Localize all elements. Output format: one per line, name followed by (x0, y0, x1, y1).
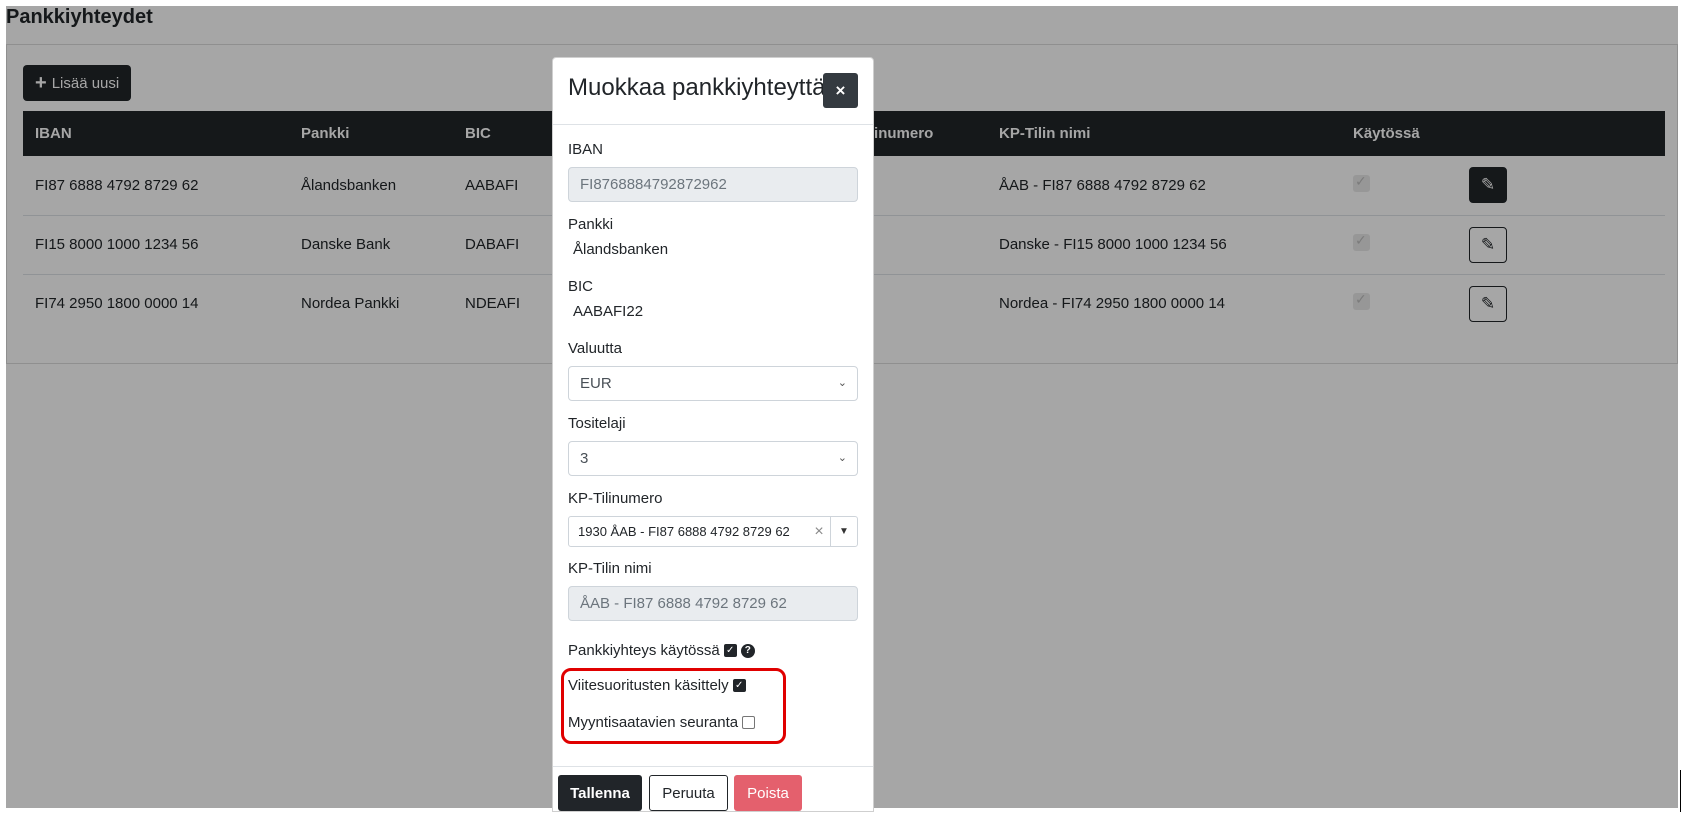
kp-account-label: KP-Tilinumero (568, 490, 663, 507)
kp-account-combobox[interactable]: 1930 ÅAB - FI87 6888 4792 8729 62 × ▼ (568, 516, 858, 547)
edit-bank-connection-modal: Muokkaa pankkiyhteyttä × IBAN FI87688847… (552, 57, 874, 812)
cancel-button[interactable]: Peruuta (649, 775, 728, 811)
voucher-type-select[interactable]: 3 ⌄ (568, 441, 858, 476)
kp-name-label: KP-Tilin nimi (568, 560, 652, 577)
bic-value: AABAFI22 (573, 303, 644, 320)
modal-footer: Tallenna Peruuta Poista (553, 766, 873, 813)
enabled-checkbox[interactable]: ✓ (723, 644, 737, 657)
highlight-annotation (561, 668, 786, 744)
currency-label: Valuutta (568, 340, 622, 357)
bank-value: Ålandsbanken (573, 241, 669, 258)
close-icon: × (835, 80, 846, 100)
chevron-down-icon: ⌄ (837, 377, 847, 389)
kp-name-value: ÅAB - FI87 6888 4792 8729 62 (580, 595, 787, 612)
delete-button[interactable]: Poista (734, 775, 802, 811)
modal-title: Muokkaa pankkiyhteyttä (568, 74, 826, 101)
close-button[interactable]: × (823, 73, 858, 108)
enabled-label: Pankkiyhteys käytössä (568, 642, 720, 659)
question-circle-icon[interactable]: ? (740, 643, 755, 658)
iban-value: FI8768884792872962 (580, 176, 727, 193)
voucher-type-label: Tositelaji (568, 415, 626, 432)
bank-label: Pankki (568, 216, 614, 233)
currency-value: EUR (580, 375, 612, 392)
window-edge (1678, 0, 1687, 812)
currency-select[interactable]: EUR ⌄ (568, 366, 858, 401)
edge-divider (1680, 770, 1681, 812)
bic-label: BIC (568, 278, 594, 295)
kp-account-value: 1930 ÅAB - FI87 6888 4792 8729 62 (578, 524, 790, 539)
chevron-down-icon: ⌄ (837, 452, 847, 464)
modal-header: Muokkaa pankkiyhteyttä × (553, 58, 873, 125)
dropdown-arrow-icon[interactable]: ▼ (830, 517, 857, 546)
iban-label: IBAN (568, 141, 604, 158)
iban-field: FI8768884792872962 (568, 167, 858, 202)
clear-icon[interactable]: × (808, 523, 830, 541)
save-button[interactable]: Tallenna (558, 775, 642, 811)
voucher-type-value: 3 (580, 450, 589, 467)
kp-name-field: ÅAB - FI87 6888 4792 8729 62 (568, 586, 858, 621)
enabled-row: Pankkiyhteys käytössä ✓ ? (568, 642, 755, 659)
